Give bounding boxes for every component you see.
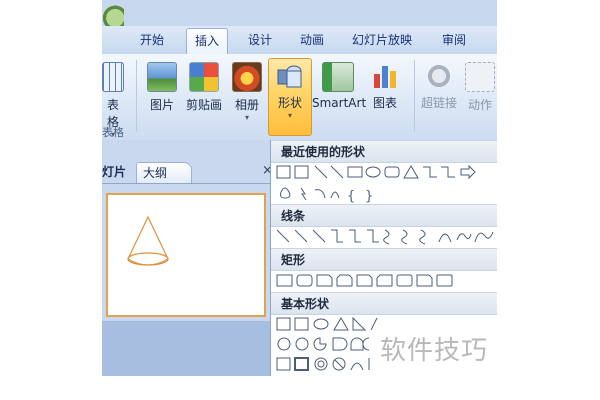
- shapes-button-content[interactable]: 形状 ▾: [270, 62, 310, 120]
- rectangles-row[interactable]: [275, 273, 497, 289]
- shapes-dropdown-arrow-icon: ▾: [287, 111, 292, 120]
- vertical-textbox-icon: [294, 165, 309, 179]
- pane-tab-divider: [102, 183, 270, 184]
- recent-shapes-row[interactable]: { }: [275, 164, 497, 204]
- hyperlink-button[interactable]: 超链接: [418, 62, 460, 111]
- section-rectangles: 矩形: [271, 248, 497, 271]
- photo-album-dropdown-arrow-icon: ▾: [244, 113, 249, 122]
- tab-home[interactable]: 开始: [140, 31, 164, 48]
- tab-animation[interactable]: 动画: [300, 31, 324, 48]
- photo-album-button[interactable]: 相册 ▾: [230, 62, 264, 122]
- ribbon-tab-bar: 开始 插入 设计 动画 幻灯片放映 审阅: [102, 26, 497, 57]
- clipart-label: 剪贴画: [185, 98, 222, 112]
- lines-row[interactable]: [275, 228, 497, 246]
- picture-button[interactable]: 图片: [146, 62, 178, 113]
- slide-thumbnail[interactable]: [106, 193, 266, 317]
- watermark-text: 软件技巧: [380, 336, 489, 366]
- section-title: 线条: [281, 209, 306, 223]
- picture-icon: [147, 62, 177, 92]
- cone-shape-icon: [127, 215, 169, 266]
- section-title: 基本形状: [281, 297, 330, 311]
- action-label: 动作: [467, 98, 492, 112]
- chart-button[interactable]: 图表: [368, 62, 402, 111]
- section-recent-shapes: 最近使用的形状: [271, 140, 497, 163]
- tab-insert[interactable]: 插入: [186, 28, 229, 57]
- shapes-label: 形状: [277, 96, 302, 110]
- section-title: 矩形: [281, 253, 306, 267]
- shapes-icon: [276, 62, 304, 90]
- tab-design[interactable]: 设计: [248, 31, 272, 48]
- action-button[interactable]: 动作: [464, 62, 496, 113]
- section-title: 最近使用的形状: [281, 145, 366, 159]
- section-lines: 线条: [271, 204, 497, 227]
- ribbon-separator: [136, 60, 137, 132]
- chart-label: 图表: [372, 96, 397, 110]
- hyperlink-label: 超链接: [420, 96, 457, 110]
- powerpoint-window: 开始 插入 设计 动画 幻灯片放映 审阅 表格 ▾ 表格 图片 剪贴画 相册 ▾: [102, 0, 497, 376]
- photo-album-label: 相册: [234, 98, 259, 112]
- hyperlink-icon: [425, 62, 453, 90]
- smartart-label: SmartArt: [312, 96, 367, 110]
- tab-slideshow[interactable]: 幻灯片放映: [352, 31, 412, 48]
- tab-review[interactable]: 审阅: [442, 31, 466, 48]
- photo-album-icon: [232, 62, 262, 92]
- smartart-button[interactable]: SmartArt: [312, 62, 367, 110]
- slides-pane-bottom: [102, 321, 270, 376]
- textbox-icon: [276, 165, 291, 179]
- tab-outline[interactable]: 大纲: [136, 162, 192, 183]
- section-basic-shapes: 基本形状: [271, 292, 497, 315]
- chart-icon: [371, 62, 399, 90]
- smartart-icon: [322, 62, 354, 92]
- svg-text:{: {: [347, 189, 355, 204]
- ribbon-separator: [414, 60, 415, 132]
- svg-text:}: }: [365, 189, 373, 204]
- action-icon: [465, 62, 495, 92]
- group-label-table: 表格: [102, 126, 124, 139]
- clipart-button[interactable]: 剪贴画: [184, 62, 224, 113]
- clipart-icon: [189, 62, 219, 92]
- table-icon: [102, 62, 124, 92]
- tab-slides[interactable]: 灯片: [102, 163, 132, 183]
- picture-label: 图片: [149, 98, 174, 112]
